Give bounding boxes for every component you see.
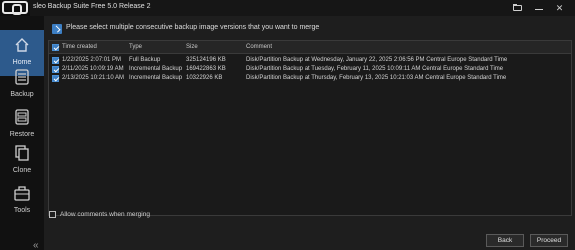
type-cell: Full Backup bbox=[129, 57, 161, 63]
table-row[interactable]: 2/11/2025 10:09:19 AM Incremental Backup… bbox=[49, 65, 571, 74]
collapse-sidebar-icon[interactable]: « bbox=[33, 240, 39, 250]
instruction-text: Please select multiple consecutive backu… bbox=[66, 24, 320, 31]
comment-cell: Disk/Partition Backup at Tuesday, Februa… bbox=[246, 66, 504, 72]
restore-icon bbox=[15, 109, 29, 125]
home-icon bbox=[15, 38, 29, 52]
back-button[interactable]: Back bbox=[486, 234, 524, 247]
column-header-size[interactable]: Size bbox=[186, 44, 198, 50]
minimize-icon[interactable] bbox=[535, 4, 544, 12]
backup-icon bbox=[15, 69, 29, 85]
size-cell: 10322926 KB bbox=[186, 75, 223, 81]
proceed-button[interactable]: Proceed bbox=[530, 234, 568, 247]
column-header-type[interactable]: Type bbox=[129, 44, 142, 50]
table-row[interactable]: 1/22/2025 2:07:01 PM Full Backup 3251241… bbox=[49, 56, 571, 65]
tools-icon bbox=[14, 186, 30, 201]
sidebar: Home Backup Restore Clone Tools « bbox=[0, 16, 44, 250]
table-row[interactable]: 2/13/2025 10:21:10 AM Incremental Backup… bbox=[49, 74, 571, 83]
size-cell: 325124196 KB bbox=[186, 57, 226, 63]
comment-cell: Disk/Partition Backup at Thursday, Febru… bbox=[246, 75, 507, 81]
close-icon[interactable]: ✕ bbox=[555, 4, 564, 13]
select-all-checkbox[interactable] bbox=[52, 44, 59, 51]
sidebar-item-tools[interactable]: Tools bbox=[0, 178, 44, 224]
sidebar-item-label: Restore bbox=[9, 131, 35, 138]
type-cell: Incremental Backup bbox=[129, 75, 183, 81]
time-cell: 2/11/2025 10:09:19 AM bbox=[62, 66, 124, 72]
sidebar-item-label: Tools bbox=[13, 207, 31, 214]
app-logo bbox=[0, 0, 30, 16]
row-checkbox[interactable] bbox=[52, 66, 59, 73]
column-header-time[interactable]: Time created bbox=[62, 44, 97, 50]
sidebar-item-label: Backup bbox=[10, 91, 34, 98]
sidebar-item-label: Clone bbox=[12, 167, 32, 174]
row-checkbox[interactable] bbox=[52, 75, 59, 82]
check-icon bbox=[52, 24, 62, 34]
size-cell: 169422863 KB bbox=[186, 66, 226, 72]
allow-comments-label: Allow comments when merging bbox=[60, 211, 150, 218]
time-cell: 1/22/2025 2:07:01 PM bbox=[62, 57, 122, 63]
comment-cell: Disk/Partition Backup at Wednesday, Janu… bbox=[246, 57, 508, 63]
column-header-comment[interactable]: Comment bbox=[246, 44, 272, 50]
clone-icon bbox=[15, 145, 29, 161]
row-checkbox[interactable] bbox=[52, 57, 59, 64]
table-header: Time created Type Size Comment bbox=[49, 41, 571, 54]
type-cell: Incremental Backup bbox=[129, 66, 183, 72]
main-panel: Please select multiple consecutive backu… bbox=[44, 16, 575, 250]
time-cell: 2/13/2025 10:21:10 AM bbox=[62, 75, 125, 81]
allow-comments-checkbox[interactable] bbox=[49, 211, 56, 218]
window-title: sleo Backup Suite Free 5.0 Release 2 bbox=[33, 3, 151, 10]
backup-versions-table: Time created Type Size Comment 1/22/2025… bbox=[48, 40, 572, 216]
title-bar: sleo Backup Suite Free 5.0 Release 2 ✕ bbox=[0, 0, 575, 16]
folder-icon[interactable] bbox=[513, 4, 522, 12]
